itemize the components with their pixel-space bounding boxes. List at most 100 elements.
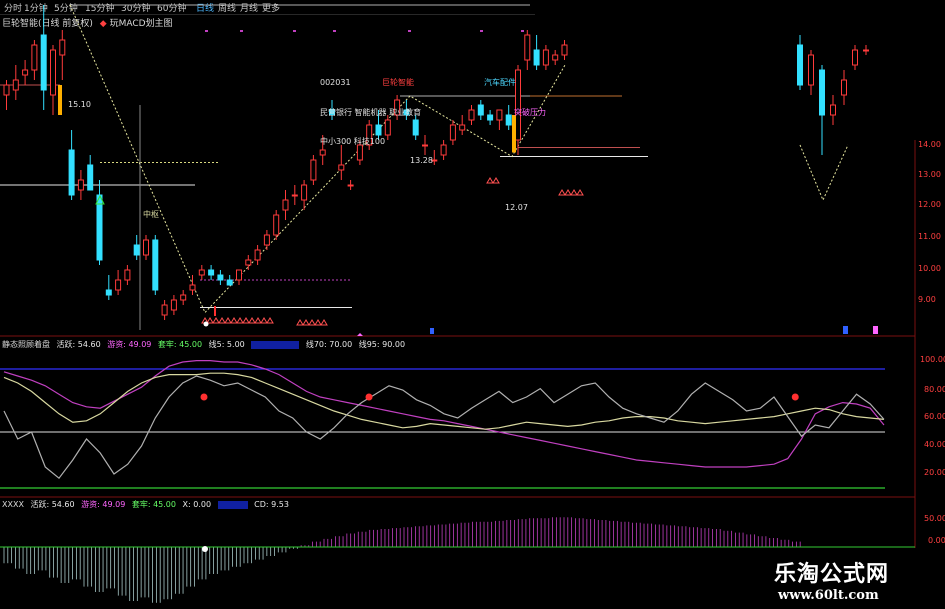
osc-signal-dot (200, 393, 208, 401)
candle-body (133, 244, 140, 256)
panel3-stat-x: X: 0.00 (182, 500, 212, 509)
signal-up-arrow (320, 319, 328, 326)
price-tick-3: 12.00 (918, 200, 941, 209)
candle-body (87, 164, 94, 191)
osc-tick-1: 100.00 (920, 355, 945, 364)
panel-marker-tri (357, 333, 363, 336)
candle-body (552, 54, 559, 61)
signal-up-arrow (492, 177, 500, 184)
high-price-label: 15.10 (68, 100, 91, 109)
candle-body (59, 39, 66, 56)
highlight-bar-2 (512, 115, 516, 153)
osc-signal-dot (791, 393, 799, 401)
osc-series-active (3, 375, 885, 480)
signal-up-arrow (308, 319, 316, 326)
price-tick-6: 9.00 (918, 295, 936, 304)
candle-body (152, 239, 159, 291)
panel3-stat-active: 活跃: 54.60 (30, 500, 75, 509)
panel2-stat-trapped: 套牢: 45.00 (157, 340, 203, 349)
stock-code: 002031 (320, 78, 351, 87)
site-watermark: 乐淘公式网 www.60lt.com (752, 548, 945, 609)
candle-body (189, 284, 196, 291)
candle-body-right (819, 69, 825, 116)
candle-body (161, 304, 168, 316)
price-tick-2: 13.00 (918, 170, 941, 179)
candle-body (12, 79, 19, 91)
signal-up-arrow (218, 317, 226, 324)
signal-up-arrow (314, 319, 322, 326)
candle-body (561, 44, 568, 56)
signal-up-arrow (266, 317, 274, 324)
price-tick-1: 14.00 (918, 140, 941, 149)
candle-body (77, 179, 84, 191)
macd-signal-dot (202, 546, 208, 552)
candle-body-right (797, 44, 803, 86)
timeline-tick (240, 30, 243, 32)
candle-body (487, 114, 494, 121)
candle-body (236, 269, 242, 281)
stock-name: 巨轮智能 (382, 78, 414, 87)
timeline-tick (333, 30, 336, 32)
signal-up-arrow (260, 317, 268, 324)
candle-body-right (863, 49, 869, 52)
watermark-url: www.60lt.com (778, 588, 879, 603)
panel-marker-blue (430, 328, 434, 334)
highlight-bar-1 (58, 85, 62, 115)
candle-body (542, 49, 549, 66)
candle-body (68, 149, 75, 196)
panel3-stat-blue-band (217, 500, 248, 509)
osc-tick-4: 40.00 (924, 440, 945, 449)
panel-marker-pink (873, 326, 878, 334)
panel2-stat-line5: 线5: 5.00 (208, 340, 245, 349)
candle-body-right (852, 49, 858, 66)
breakout-label: 突破压力 (514, 108, 546, 117)
candle-body (282, 199, 289, 211)
signal-up-arrow (254, 317, 262, 324)
signal-up-arrow (248, 317, 256, 324)
candle-body (477, 104, 484, 116)
candle-body (22, 69, 29, 76)
signal-up-arrow (558, 189, 566, 196)
candle-body (515, 69, 521, 141)
candle-body (449, 124, 456, 141)
candle-body (254, 249, 261, 261)
candle-body (3, 84, 10, 96)
candle-body-right (841, 79, 847, 96)
candle-body (338, 164, 345, 171)
signal-up-arrow (242, 317, 250, 324)
panel3-stats: XXXX 活跃: 54.60 游资: 49.09 套牢: 45.00 X: 0.… (2, 500, 289, 510)
candle-body (263, 234, 270, 246)
osc-tick-5: 20.00 (924, 468, 945, 477)
timeline-tick (205, 30, 208, 32)
pivot-label: 中枢 (143, 210, 159, 219)
timeline-tick (293, 30, 296, 32)
candle-body (412, 119, 419, 136)
signal-up-arrow (296, 319, 304, 326)
panel2-stat-active: 活跃: 54.60 (56, 340, 101, 349)
candle-body (96, 194, 103, 261)
panel2-stats: 静态照顾着盘 活跃: 54.60 游资: 49.09 套牢: 45.00 线5:… (2, 340, 405, 350)
candle-body (124, 269, 131, 281)
candle-body (347, 184, 354, 187)
signal-up-arrow (230, 317, 238, 324)
candle-body (468, 109, 475, 121)
candle-body (505, 114, 512, 126)
signal-up-arrow (236, 317, 244, 324)
candle-body (440, 144, 447, 156)
signal-up-arrow (224, 317, 232, 324)
candle-body (533, 49, 540, 66)
candle-body (384, 119, 391, 136)
panel-marker-blue-2 (843, 326, 848, 334)
timeline-tick (408, 30, 411, 32)
candle-body (319, 149, 326, 156)
candle-body (375, 124, 382, 136)
candle-body (208, 269, 215, 276)
osc-tick-2: 80.00 (924, 385, 945, 394)
candle-body (115, 279, 122, 291)
price-tick-5: 10.00 (918, 264, 941, 273)
signal-up-arrow (212, 317, 220, 324)
signal-up-arrow (576, 189, 584, 196)
bottom-dot-marker (203, 321, 209, 327)
osc-tick-3: 60.00 (924, 412, 945, 421)
candle-body (105, 289, 112, 296)
